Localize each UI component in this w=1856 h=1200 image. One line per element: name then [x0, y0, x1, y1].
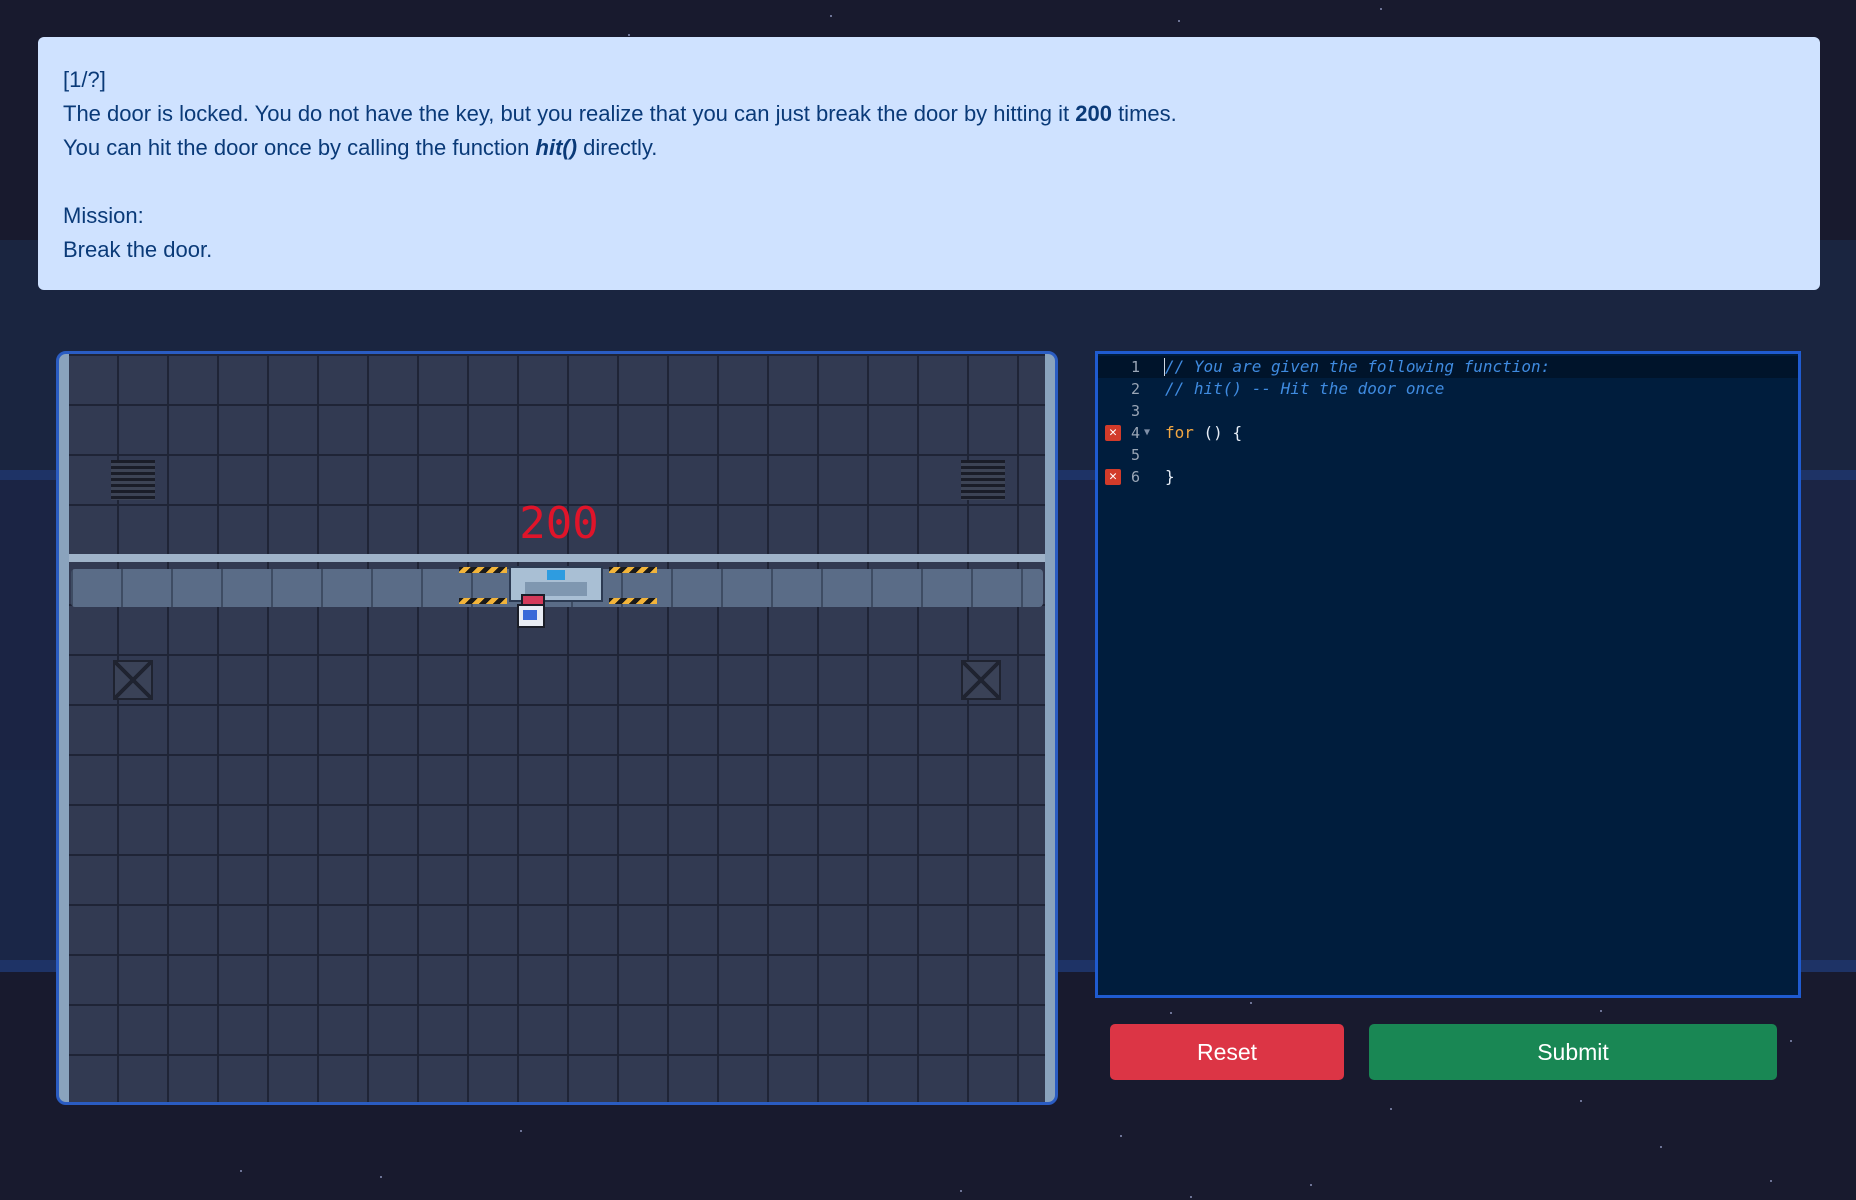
code-comment[interactable]: // hit() -- Hit the door once: [1165, 378, 1444, 400]
line-number: 2: [1130, 380, 1140, 398]
floor-hatch: [113, 660, 153, 700]
code-line[interactable]: 1 // You are given the following functio…: [1098, 356, 1798, 378]
floor-tiles: [69, 354, 1045, 1102]
star: [380, 1176, 382, 1178]
vent-grate: [111, 460, 155, 500]
star: [1380, 8, 1382, 10]
door-hit-counter: 200: [519, 498, 599, 549]
hazard-stripe: [609, 567, 657, 573]
code-line[interactable]: 3: [1098, 400, 1798, 422]
hazard-stripe: [459, 598, 507, 604]
star: [1660, 1146, 1662, 1148]
code-line[interactable]: 2 // hit() -- Hit the door once: [1098, 378, 1798, 400]
instruction-line-2: You can hit the door once by calling the…: [63, 131, 1795, 165]
star: [960, 1190, 962, 1192]
wall-top-edge: [69, 554, 1045, 562]
function-name: hit(): [535, 135, 578, 160]
line-number: 3: [1130, 402, 1140, 420]
code-line[interactable]: ✕ 6 }: [1098, 466, 1798, 488]
submit-button[interactable]: Submit: [1369, 1024, 1777, 1080]
star: [520, 1130, 522, 1132]
star: [1600, 1010, 1602, 1012]
star: [240, 1170, 242, 1172]
instruction-line-1: The door is locked. You do not have the …: [63, 97, 1795, 131]
line-number: 6: [1130, 468, 1140, 486]
instruction-text: directly.: [577, 135, 658, 160]
fold-arrow-icon[interactable]: ▼: [1144, 422, 1150, 444]
robot-core: [523, 610, 537, 620]
mission-text: Break the door.: [63, 237, 213, 262]
level-progress: [1/?]: [63, 67, 106, 92]
mission-label: Mission:: [63, 203, 144, 228]
hazard-stripe: [459, 567, 507, 573]
reset-button[interactable]: Reset: [1110, 1024, 1344, 1080]
star: [1310, 1184, 1312, 1186]
star: [1190, 1196, 1192, 1198]
star: [1770, 1180, 1772, 1182]
floor-hatch: [961, 660, 1001, 700]
code-editor[interactable]: 1 // You are given the following functio…: [1095, 351, 1801, 998]
star: [628, 34, 630, 36]
star: [1250, 1002, 1252, 1004]
player-robot: [517, 594, 545, 630]
star: [1120, 1135, 1122, 1137]
code-text: () {: [1193, 423, 1243, 442]
code-text[interactable]: }: [1165, 466, 1175, 488]
code-keyword: for: [1165, 423, 1194, 442]
game-view[interactable]: 200: [56, 351, 1058, 1105]
error-x-icon[interactable]: ✕: [1105, 425, 1121, 441]
line-number: 1: [1130, 358, 1140, 376]
line-number: 5: [1130, 446, 1140, 464]
code-comment[interactable]: // You are given the following function:: [1165, 356, 1550, 378]
vent-grate: [961, 460, 1005, 500]
code-line[interactable]: ✕ 4 ▼ for () {: [1098, 422, 1798, 444]
instructions-panel: [1/?] The door is locked. You do not hav…: [38, 37, 1820, 290]
instruction-text: times.: [1111, 101, 1177, 126]
instruction-text: The door is locked. You do not have the …: [63, 101, 1076, 126]
code-line[interactable]: 5: [1098, 444, 1798, 466]
hazard-stripe: [609, 598, 657, 604]
door-lock-light: [547, 570, 565, 580]
star: [830, 15, 832, 17]
instruction-text: You can hit the door once by calling the…: [63, 135, 536, 160]
hit-count: 200: [1075, 101, 1112, 126]
star: [1170, 1012, 1172, 1014]
star: [1390, 1108, 1392, 1110]
line-number: 4: [1130, 424, 1140, 442]
star: [1178, 20, 1180, 22]
error-x-icon[interactable]: ✕: [1105, 469, 1121, 485]
code-text[interactable]: for () {: [1165, 422, 1242, 444]
star: [1580, 1100, 1582, 1102]
star: [1790, 1040, 1792, 1042]
